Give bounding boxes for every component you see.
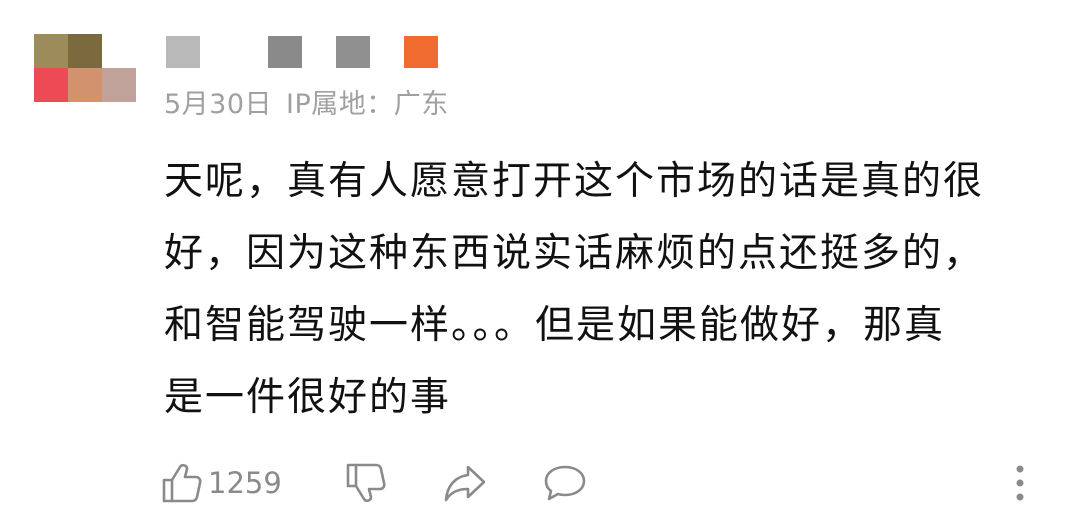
share-button[interactable] (442, 458, 488, 508)
reply-button[interactable] (542, 458, 588, 508)
avatar-pixel (68, 68, 102, 102)
more-button[interactable] (1014, 458, 1026, 508)
avatar[interactable] (34, 34, 136, 102)
more-icon (1016, 465, 1024, 501)
comment-text-line: 好，因为这种东西说实话麻烦的点还挺多的， (164, 231, 985, 276)
avatar-pixel (102, 68, 136, 102)
like-button[interactable]: 1259 (160, 458, 282, 508)
ip-location: IP属地：广东 (286, 89, 449, 120)
comment-date: 5月30日 (164, 89, 273, 120)
thumbs-down-icon (346, 463, 386, 503)
share-icon (444, 465, 486, 502)
reply-icon (544, 465, 586, 501)
comment-text-line: 天呢，真有人愿意打开这个市场的话是真的很 (164, 159, 985, 204)
avatar-pixel (68, 34, 102, 68)
avatar-pixel (34, 34, 68, 68)
username-pixel (336, 36, 370, 68)
username-pixel (268, 36, 302, 68)
username-pixel (166, 36, 200, 68)
username[interactable] (166, 36, 456, 68)
username-pixel (404, 36, 438, 68)
comment-actions: 1259 (160, 458, 1040, 508)
dislike-button[interactable] (344, 458, 388, 508)
comment-meta: 5月30日 IP属地：广东 (164, 82, 449, 121)
like-count: 1259 (208, 466, 282, 500)
avatar-pixel (34, 68, 68, 102)
comment-text-line: 和智能驾驶一样。。。但是如果能做好，那真 (164, 303, 946, 348)
thumbs-up-icon (162, 463, 202, 503)
comment-text: 天呢，真有人愿意打开这个市场的话是真的很 好，因为这种东西说实话麻烦的点还挺多的… (164, 146, 1024, 434)
comment-text-line: 是一件很好的事 (164, 375, 452, 420)
